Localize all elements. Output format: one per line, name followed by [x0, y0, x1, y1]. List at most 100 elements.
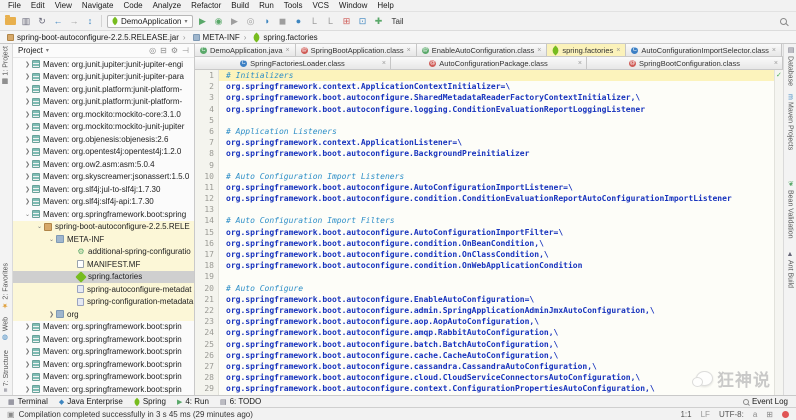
- tool-button-terminal[interactable]: ▦ Terminal: [8, 397, 48, 406]
- tool-button-todo[interactable]: ▤ 6: TODO: [220, 397, 261, 406]
- view-breakpoints-icon[interactable]: ⊞: [341, 16, 353, 26]
- attach-icon[interactable]: ◑: [261, 16, 273, 26]
- forward-icon[interactable]: →: [68, 16, 80, 26]
- tree-expand-arrow[interactable]: ❯: [47, 311, 56, 318]
- inspection-ok-icon[interactable]: ✓: [776, 71, 782, 79]
- code-editor[interactable]: 1 # Initializers 2 org.springframework.c…: [195, 70, 783, 395]
- line-number[interactable]: 16: [195, 238, 219, 249]
- menu-item[interactable]: Tools: [279, 0, 308, 11]
- tree-item[interactable]: ❯ Maven: org.junit.jupiter:junit-jupiter…: [13, 58, 194, 71]
- menu-item[interactable]: Edit: [26, 0, 50, 11]
- debug-icon[interactable]: ◉: [213, 16, 225, 26]
- chevron-down-icon[interactable]: ▾: [46, 47, 49, 54]
- tree-item[interactable]: ❯ Maven: org.junit.jupiter:junit-jupiter…: [13, 71, 194, 84]
- event-log-button[interactable]: Event Log: [743, 397, 788, 406]
- settings-icon[interactable]: ⚙: [171, 46, 178, 55]
- line-number[interactable]: 4: [195, 104, 219, 115]
- menu-item[interactable]: Build: [226, 0, 254, 11]
- tree-expand-arrow[interactable]: ❯: [23, 148, 32, 155]
- encoding-indicator[interactable]: UTF-8:: [719, 410, 744, 419]
- tree-expand-arrow[interactable]: ❯: [23, 361, 32, 368]
- tool-button-project[interactable]: ▦ 1: Project: [2, 46, 10, 86]
- line-number[interactable]: 25: [195, 339, 219, 350]
- tree-expand-arrow[interactable]: ❯: [23, 373, 32, 380]
- editor-tab[interactable]: C AutoConfigurationImportSelector.class …: [626, 44, 782, 56]
- toggle-window-icon[interactable]: ⊡: [357, 16, 369, 26]
- search-everywhere-icon[interactable]: ●: [293, 16, 305, 26]
- tool-button-database[interactable]: ▤ Database: [786, 46, 794, 86]
- line-number[interactable]: 21: [195, 294, 219, 305]
- hide-icon[interactable]: ⊣: [182, 46, 189, 55]
- tree-expand-arrow[interactable]: ❯: [23, 336, 32, 343]
- line-number[interactable]: 8: [195, 148, 219, 159]
- tree-expand-arrow[interactable]: ❯: [23, 323, 32, 330]
- run-coverage-icon[interactable]: ▶: [229, 16, 241, 26]
- editor-tab[interactable]: @ SpringBootConfiguration.class ×: [587, 57, 783, 69]
- save-layout-icon[interactable]: L: [325, 16, 337, 26]
- breadcrumb-jar[interactable]: spring-boot-autoconfigure-2.2.5.RELEASE.…: [5, 33, 181, 42]
- layout-icon[interactable]: ⊞: [766, 410, 773, 419]
- tree-item[interactable]: spring-autoconfigure-metadat: [13, 283, 194, 296]
- editor-tab[interactable]: spring.factories ×: [547, 44, 626, 56]
- breadcrumb-meta-inf[interactable]: META-INF: [181, 33, 242, 42]
- line-number[interactable]: 18: [195, 260, 219, 271]
- tree-item[interactable]: ❯ Maven: org.opentest4j:opentest4j:1.2.0: [13, 146, 194, 159]
- menu-item[interactable]: VCS: [307, 0, 333, 11]
- tree-item[interactable]: ❯ Maven: org.skyscreamer:jsonassert:1.5.…: [13, 171, 194, 184]
- tool-button-java-enterprise[interactable]: ◆ Java Enterprise: [59, 397, 123, 406]
- editor-scrollbar[interactable]: ✓: [774, 70, 783, 395]
- tree-item[interactable]: ❯ Maven: org.springframework.boot:sprin: [13, 333, 194, 346]
- stop-icon[interactable]: ◼: [277, 16, 289, 26]
- tree-item[interactable]: ❯ Maven: org.slf4j:jul-to-slf4j:1.7.30: [13, 183, 194, 196]
- back-icon[interactable]: ←: [52, 16, 64, 26]
- line-number[interactable]: 15: [195, 227, 219, 238]
- sync-icon[interactable]: ↻: [36, 16, 48, 26]
- line-number[interactable]: 11: [195, 182, 219, 193]
- tree-item[interactable]: ⚙ additional-spring-configuratio: [13, 246, 194, 259]
- tool-button-bean-validation[interactable]: ❦ Bean Validation: [786, 180, 794, 239]
- line-ending-indicator[interactable]: LF: [701, 410, 710, 419]
- tree-expand-arrow[interactable]: ⌄: [47, 236, 56, 243]
- tree-expand-arrow[interactable]: ❯: [23, 86, 32, 93]
- close-icon[interactable]: ×: [407, 47, 411, 54]
- search-icon[interactable]: [780, 18, 787, 25]
- line-number[interactable]: 7: [195, 137, 219, 148]
- menu-item[interactable]: Refactor: [186, 0, 226, 11]
- line-number[interactable]: 5: [195, 115, 219, 126]
- line-number[interactable]: 27: [195, 361, 219, 372]
- editor-tab[interactable]: C SpringFactoriesLoader.class ×: [195, 57, 391, 69]
- line-number[interactable]: 19: [195, 271, 219, 282]
- tree-item[interactable]: ❯ Maven: org.junit.platform:junit-platfo…: [13, 83, 194, 96]
- tool-button-web[interactable]: ◍ Web: [2, 317, 10, 341]
- line-number[interactable]: 28: [195, 372, 219, 383]
- close-icon[interactable]: ×: [382, 60, 386, 67]
- line-number[interactable]: 12: [195, 193, 219, 204]
- tree-expand-arrow[interactable]: ❯: [23, 186, 32, 193]
- tree-item[interactable]: ❯ Maven: org.junit.platform:junit-platfo…: [13, 96, 194, 109]
- editor-tab[interactable]: @ EnableAutoConfiguration.class ×: [417, 44, 548, 56]
- tree-item[interactable]: ❯ org: [13, 308, 194, 321]
- tree-expand-arrow[interactable]: ❯: [23, 386, 32, 393]
- tool-button-structure[interactable]: ≡ 7: Structure: [3, 350, 10, 392]
- tool-button-favorites[interactable]: ★ 2: Favorites: [2, 263, 10, 310]
- editor-tab[interactable]: @ SpringBootApplication.class ×: [296, 44, 417, 56]
- line-number[interactable]: 3: [195, 92, 219, 103]
- tree-expand-arrow[interactable]: ❯: [23, 123, 32, 130]
- tree-expand-arrow[interactable]: ⌄: [35, 223, 44, 230]
- close-icon[interactable]: ×: [772, 47, 776, 54]
- tree-expand-arrow[interactable]: ❯: [23, 73, 32, 80]
- tree-item[interactable]: ❯ Maven: org.springframework.boot:sprin: [13, 321, 194, 334]
- tree-item[interactable]: ❯ Maven: org.objenesis:objenesis:2.6: [13, 133, 194, 146]
- close-icon[interactable]: ×: [537, 47, 541, 54]
- close-icon[interactable]: ×: [616, 47, 620, 54]
- notification-icon[interactable]: [782, 411, 789, 418]
- menu-item[interactable]: Window: [334, 0, 372, 11]
- tool-button-run[interactable]: ▶ 4: Run: [177, 397, 209, 406]
- save-all-icon[interactable]: ▥: [20, 16, 32, 26]
- tree-item[interactable]: ❯ Maven: org.springframework.boot:sprin: [13, 383, 194, 395]
- readonly-indicator[interactable]: a: [753, 410, 757, 419]
- tree-expand-arrow[interactable]: ❯: [23, 161, 32, 168]
- line-number[interactable]: 24: [195, 327, 219, 338]
- project-view-selector[interactable]: Project: [18, 46, 43, 55]
- close-icon[interactable]: ×: [578, 60, 582, 67]
